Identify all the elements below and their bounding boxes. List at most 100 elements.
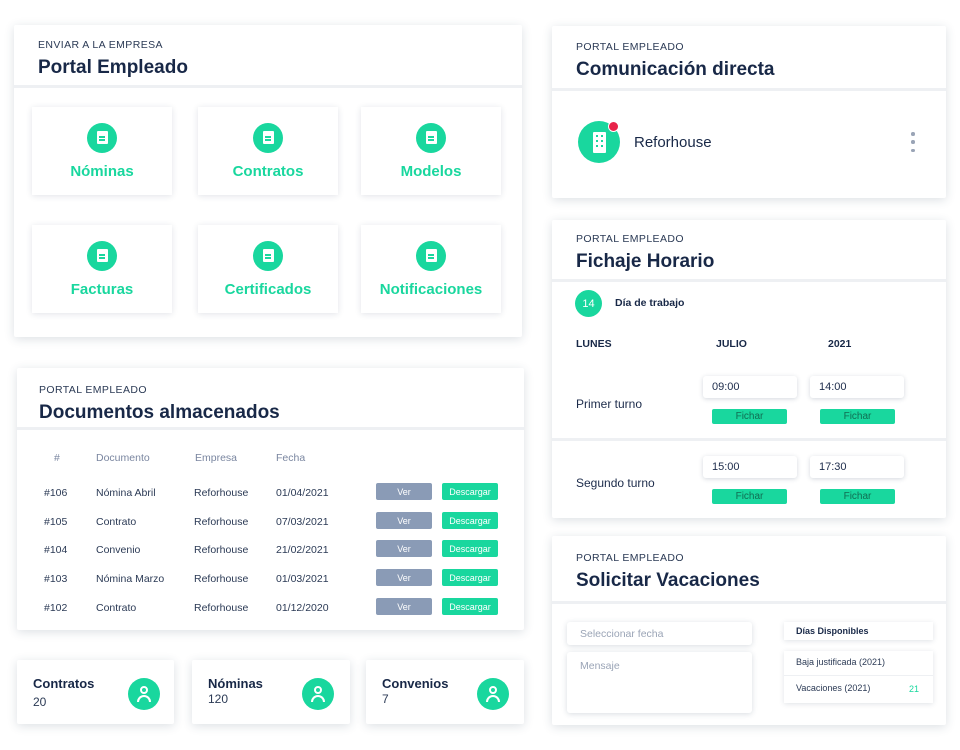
cell-date: 21/02/2021 xyxy=(276,544,329,556)
table-header: # Documento Empresa Fecha xyxy=(17,448,524,468)
card-title: Documentos almacenados xyxy=(39,402,280,423)
stat-name: Nóminas xyxy=(208,676,263,691)
cell-id: #105 xyxy=(44,516,68,528)
document-icon xyxy=(87,122,117,153)
user-icon xyxy=(302,678,334,710)
card-header: PORTAL EMPLEADO Fichaje Horario xyxy=(552,220,946,282)
cell-date: 01/12/2020 xyxy=(276,602,329,614)
card-title: Comunicación directa xyxy=(576,59,775,80)
tile-facturas[interactable]: Facturas xyxy=(32,225,172,313)
stat-name: Convenios xyxy=(382,676,449,691)
download-button[interactable]: Descargar xyxy=(442,598,498,615)
column-header: Fecha xyxy=(276,452,306,464)
user-icon xyxy=(128,678,160,710)
table-row: #105 Contrato Reforhouse 07/03/2021 Ver … xyxy=(17,512,524,532)
stat-card-contratos[interactable]: Contratos 20 xyxy=(17,660,174,724)
document-icon xyxy=(253,240,283,271)
stat-name: Contratos xyxy=(33,676,95,691)
fichaje-card: PORTAL EMPLEADO Fichaje Horario 14 Día d… xyxy=(552,220,946,518)
cell-date: 01/04/2021 xyxy=(276,487,329,499)
day-number: 14 xyxy=(575,290,602,317)
stat-card-convenios[interactable]: Convenios 7 xyxy=(366,660,524,724)
download-button[interactable]: Descargar xyxy=(442,483,498,500)
tile-label: Certificados xyxy=(224,280,312,298)
tile-label: Modelos xyxy=(400,162,462,180)
table-row: #106 Nómina Abril Reforhouse 01/04/2021 … xyxy=(17,483,524,503)
list-item-label: Vacaciones (2021) xyxy=(796,683,871,693)
fichar-button[interactable]: Fichar xyxy=(712,489,787,504)
available-days-title: Días Disponibles xyxy=(784,622,933,640)
tile-nominas[interactable]: Nóminas xyxy=(32,107,172,195)
card-header: PORTAL EMPLEADO Comunicación directa xyxy=(552,26,946,91)
column-header: Empresa xyxy=(195,452,238,464)
cell-date: 01/03/2021 xyxy=(276,573,329,585)
list-item: Vacaciones (2021) 21 xyxy=(784,677,933,702)
card-eyebrow: PORTAL EMPLEADO xyxy=(576,233,684,245)
stat-value: 120 xyxy=(208,692,229,706)
cell-document: Contrato xyxy=(96,602,137,614)
view-button[interactable]: Ver xyxy=(376,569,432,586)
stat-card-nominas[interactable]: Nóminas 120 xyxy=(192,660,350,724)
download-button[interactable]: Descargar xyxy=(442,512,498,529)
cell-id: #106 xyxy=(44,487,68,499)
cell-company: Reforhouse xyxy=(194,544,249,556)
card-title: Solicitar Vacaciones xyxy=(576,570,760,591)
documentos-card: PORTAL EMPLEADO Documentos almacenados #… xyxy=(17,368,524,630)
month-header: JULIO xyxy=(716,338,747,350)
card-header: PORTAL EMPLEADO Documentos almacenados xyxy=(17,368,524,430)
download-button[interactable]: Descargar xyxy=(442,540,498,557)
vacaciones-card: PORTAL EMPLEADO Solicitar Vacaciones Sel… xyxy=(552,536,946,725)
tile-contratos[interactable]: Contratos xyxy=(198,107,338,195)
fichar-button[interactable]: Fichar xyxy=(820,489,895,504)
table-row: #102 Contrato Reforhouse 01/12/2020 Ver … xyxy=(17,598,524,618)
stat-value: 7 xyxy=(382,692,389,706)
document-icon xyxy=(87,240,117,271)
cell-document: Nómina Marzo xyxy=(96,573,165,585)
fichar-button[interactable]: Fichar xyxy=(820,409,895,424)
download-button[interactable]: Descargar xyxy=(442,569,498,586)
tile-modelos[interactable]: Modelos xyxy=(361,107,501,195)
cell-company: Reforhouse xyxy=(194,573,249,585)
view-button[interactable]: Ver xyxy=(376,512,432,529)
card-eyebrow: PORTAL EMPLEADO xyxy=(576,552,684,564)
more-options-icon[interactable] xyxy=(910,132,916,152)
card-eyebrow: ENVIAR A LA EMPRESA xyxy=(38,39,163,51)
end-time-field[interactable]: 14:00 xyxy=(810,376,904,398)
document-icon xyxy=(253,122,283,153)
view-button[interactable]: Ver xyxy=(376,598,432,615)
comunicacion-card: PORTAL EMPLEADO Comunicación directa Ref… xyxy=(552,26,946,198)
tile-label: Notificaciones xyxy=(379,280,483,298)
view-button[interactable]: Ver xyxy=(376,483,432,500)
contact-name[interactable]: Reforhouse xyxy=(634,134,712,151)
list-item: Baja justificada (2021) xyxy=(784,651,933,676)
card-eyebrow: PORTAL EMPLEADO xyxy=(39,384,147,396)
user-icon xyxy=(477,678,509,710)
cell-id: #102 xyxy=(44,602,68,614)
tile-certificados[interactable]: Certificados xyxy=(198,225,338,313)
cell-company: Reforhouse xyxy=(194,602,249,614)
message-textarea[interactable]: Mensaje xyxy=(567,652,752,713)
cell-company: Reforhouse xyxy=(194,516,249,528)
view-button[interactable]: Ver xyxy=(376,540,432,557)
card-title: Portal Empleado xyxy=(38,57,188,78)
fichar-button[interactable]: Fichar xyxy=(712,409,787,424)
cell-document: Nómina Abril xyxy=(96,487,156,499)
start-time-field[interactable]: 15:00 xyxy=(703,456,797,478)
cell-company: Reforhouse xyxy=(194,487,249,499)
date-input[interactable]: Seleccionar fecha xyxy=(567,622,752,645)
tile-label: Contratos xyxy=(232,162,304,180)
document-icon xyxy=(416,240,446,271)
end-time-field[interactable]: 17:30 xyxy=(810,456,904,478)
start-time-field[interactable]: 09:00 xyxy=(703,376,797,398)
year-header: 2021 xyxy=(828,338,852,350)
table-row: #103 Nómina Marzo Reforhouse 01/03/2021 … xyxy=(17,569,524,589)
cell-document: Contrato xyxy=(96,516,137,528)
tile-notificaciones[interactable]: Notificaciones xyxy=(361,225,501,313)
list-item-value: 21 xyxy=(908,684,919,694)
cell-date: 07/03/2021 xyxy=(276,516,329,528)
card-eyebrow: PORTAL EMPLEADO xyxy=(576,41,684,53)
day-label: Día de trabajo xyxy=(615,297,685,309)
cell-id: #104 xyxy=(44,544,68,556)
shift-name: Segundo turno xyxy=(576,476,655,490)
column-header: # xyxy=(54,452,60,464)
